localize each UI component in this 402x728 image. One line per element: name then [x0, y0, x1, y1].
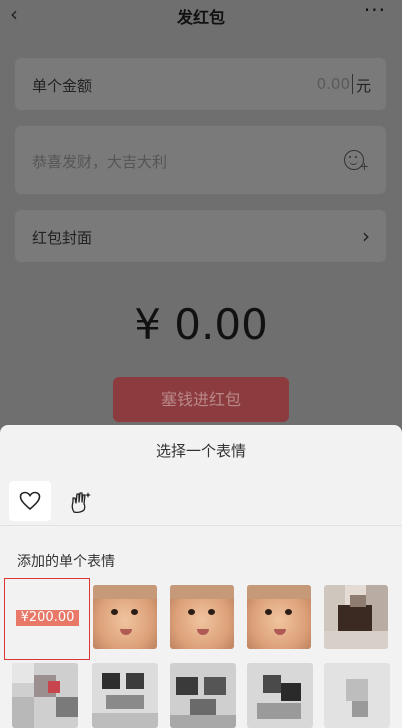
- sticker-category-bar: [0, 477, 402, 526]
- sticker-item[interactable]: [93, 585, 157, 649]
- hand-sparkle-icon: [71, 492, 91, 514]
- top-bar: ‹ 发红包 ···: [0, 0, 402, 30]
- sticker-sheet: 选择一个表情 添加的单个表情 ¥200.00: [0, 425, 402, 728]
- sticker-item[interactable]: [324, 663, 390, 728]
- sticker-item[interactable]: [324, 585, 388, 649]
- sticker-item[interactable]: [92, 663, 158, 728]
- heart-icon: [19, 491, 41, 511]
- greeting-input[interactable]: 恭喜发财，大吉大利: [32, 151, 167, 172]
- chevron-right-icon: ›: [362, 224, 370, 248]
- page-title: 发红包: [176, 8, 225, 27]
- text-cursor: [352, 74, 353, 94]
- more-icon[interactable]: ···: [364, 0, 386, 22]
- sheet-title: 选择一个表情: [155, 442, 246, 460]
- amount-unit: 元: [355, 77, 371, 95]
- section-title: 添加的单个表情: [17, 554, 115, 570]
- sticker-item-selected[interactable]: ¥200.00: [4, 578, 90, 660]
- sticker-item[interactable]: [247, 585, 311, 649]
- sticker-price-tag: ¥200.00: [16, 610, 79, 626]
- red-packet-page: ‹ 发红包 ··· 单个金额 0.00 元 恭喜发财，大吉大利 + 红包封面 ›…: [0, 0, 402, 728]
- cover-label: 红包封面: [32, 229, 93, 247]
- plus-icon: +: [359, 160, 369, 173]
- total-amount: ¥ 0.00: [134, 300, 268, 349]
- amount-input[interactable]: 0.00: [317, 75, 350, 93]
- amount-label: 单个金额: [32, 77, 93, 95]
- cover-row[interactable]: 红包封面 ›: [15, 210, 386, 262]
- amount-row[interactable]: 单个金额 0.00 元: [15, 58, 386, 110]
- greeting-row[interactable]: 恭喜发财，大吉大利 +: [15, 126, 386, 194]
- sticker-item[interactable]: [170, 585, 234, 649]
- sticker-item[interactable]: [12, 663, 78, 728]
- send-red-packet-button[interactable]: 塞钱进红包: [113, 377, 289, 422]
- sticker-item[interactable]: [170, 663, 236, 728]
- sticker-item[interactable]: [247, 663, 313, 728]
- tab-custom-stickers[interactable]: [58, 481, 100, 521]
- tab-favorites[interactable]: [9, 481, 51, 521]
